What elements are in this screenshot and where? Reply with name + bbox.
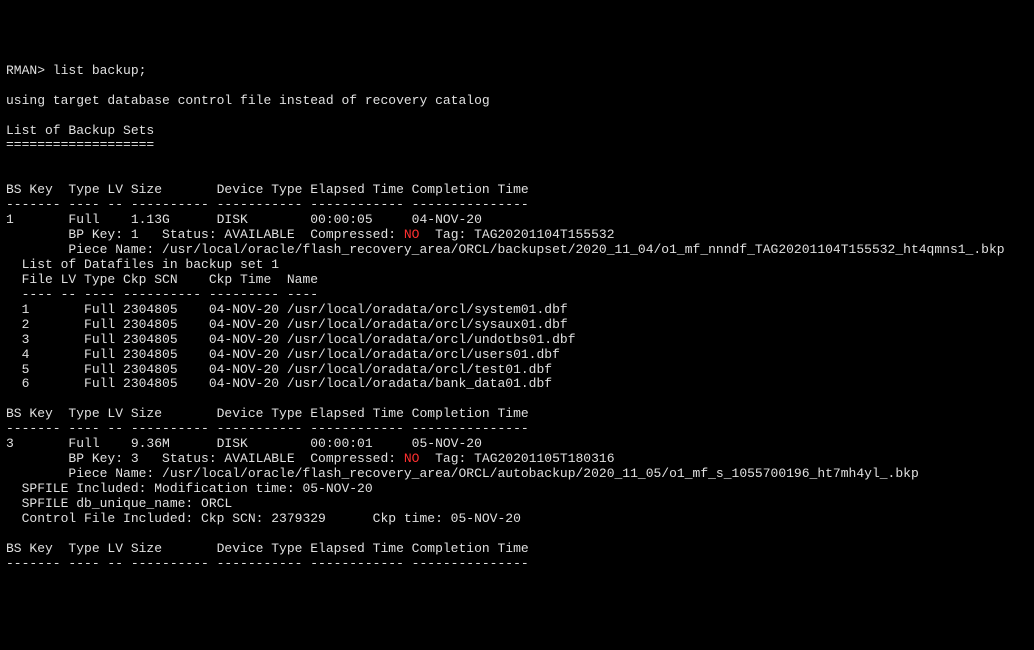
controlfile-line: Control File Included: Ckp SCN: 2379329 … [6, 511, 521, 526]
datafile-row: 3 Full 2304805 04-NOV-20 /usr/local/orad… [6, 332, 576, 347]
column-header: BS Key Type LV Size Device Type Elapsed … [6, 406, 529, 421]
datafile-row: 6 Full 2304805 04-NOV-20 /usr/local/orad… [6, 376, 552, 391]
column-divider: ------- ---- -- ---------- ----------- -… [6, 556, 529, 571]
compressed-no: NO [404, 227, 420, 242]
column-header: BS Key Type LV Size Device Type Elapsed … [6, 541, 529, 556]
prompt-line: RMAN> list backup; [6, 63, 146, 78]
list-header: List of Backup Sets [6, 123, 154, 138]
datafile-row: 2 Full 2304805 04-NOV-20 /usr/local/orad… [6, 317, 568, 332]
bp-line: BP Key: 3 Status: AVAILABLE Compressed: … [6, 451, 615, 466]
compressed-no: NO [404, 451, 420, 466]
column-header: BS Key Type LV Size Device Type Elapsed … [6, 182, 529, 197]
datafile-row: 5 Full 2304805 04-NOV-20 /usr/local/orad… [6, 362, 552, 377]
spfile-line: SPFILE db_unique_name: ORCL [6, 496, 232, 511]
terminal-output: RMAN> list backup; using target database… [6, 64, 1028, 572]
list-divider: =================== [6, 137, 154, 152]
bs-row: 1 Full 1.13G DISK 00:00:05 04-NOV-20 [6, 212, 482, 227]
piece-name: Piece Name: /usr/local/oracle/flash_reco… [6, 242, 1005, 257]
datafile-list-header: List of Datafiles in backup set 1 [6, 257, 279, 272]
column-divider: ------- ---- -- ---------- ----------- -… [6, 421, 529, 436]
datafile-columns: File LV Type Ckp SCN Ckp Time Name [6, 272, 318, 287]
column-divider: ------- ---- -- ---------- ----------- -… [6, 197, 529, 212]
status-line: using target database control file inste… [6, 93, 490, 108]
datafile-row: 4 Full 2304805 04-NOV-20 /usr/local/orad… [6, 347, 560, 362]
datafile-row: 1 Full 2304805 04-NOV-20 /usr/local/orad… [6, 302, 568, 317]
bp-line: BP Key: 1 Status: AVAILABLE Compressed: … [6, 227, 615, 242]
spfile-line: SPFILE Included: Modification time: 05-N… [6, 481, 373, 496]
piece-name: Piece Name: /usr/local/oracle/flash_reco… [6, 466, 919, 481]
bs-row: 3 Full 9.36M DISK 00:00:01 05-NOV-20 [6, 436, 482, 451]
datafile-divider: ---- -- ---- ---------- --------- ---- [6, 287, 318, 302]
